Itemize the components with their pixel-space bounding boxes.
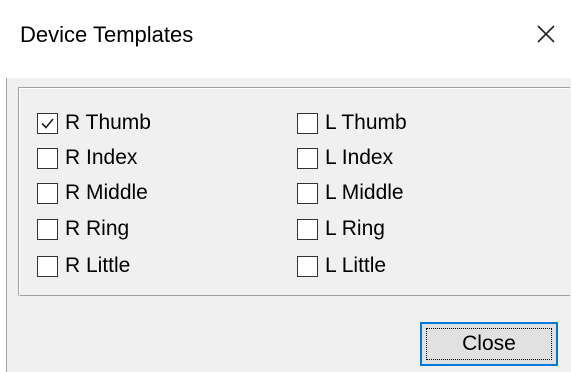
- checkbox-box[interactable]: [297, 112, 318, 134]
- checkbox-l-middle[interactable]: L Middle: [297, 179, 404, 207]
- checkbox-label: R Ring: [65, 217, 130, 240]
- checkbox-box[interactable]: [297, 182, 318, 204]
- checkbox-box[interactable]: [37, 147, 58, 169]
- checkbox-l-ring[interactable]: L Ring: [297, 215, 385, 243]
- checkbox-box[interactable]: [297, 147, 318, 169]
- checkbox-l-little[interactable]: L Little: [297, 252, 386, 280]
- checkbox-label: R Thumb: [65, 111, 151, 134]
- checkbox-box[interactable]: [297, 255, 318, 277]
- checkbox-label: L Ring: [325, 217, 385, 240]
- checkbox-label: L Middle: [325, 181, 404, 204]
- check-icon: [41, 117, 54, 129]
- close-icon[interactable]: [526, 14, 566, 54]
- checkbox-r-index[interactable]: R Index: [37, 144, 137, 172]
- checkbox-l-index[interactable]: L Index: [297, 144, 393, 172]
- close-button-label: Close: [462, 332, 516, 355]
- checkbox-label: R Index: [65, 146, 138, 169]
- checkbox-label: R Middle: [65, 181, 148, 204]
- checkbox-box[interactable]: [297, 218, 318, 240]
- checkbox-r-little[interactable]: R Little: [37, 252, 130, 280]
- checkbox-box[interactable]: [37, 112, 58, 134]
- checkbox-r-middle[interactable]: R Middle: [37, 179, 148, 207]
- close-button[interactable]: Close: [420, 322, 558, 366]
- checkbox-label: R Little: [65, 254, 131, 277]
- window-title: Device Templates: [20, 22, 194, 47]
- checkbox-label: L Index: [325, 146, 394, 169]
- checkbox-box[interactable]: [37, 255, 58, 277]
- checkbox-r-ring[interactable]: R Ring: [37, 215, 129, 243]
- checkbox-box[interactable]: [37, 182, 58, 204]
- checkbox-box[interactable]: [37, 218, 58, 240]
- title-bar: Device Templates: [0, 0, 571, 78]
- checkbox-label: L Thumb: [325, 111, 407, 134]
- checkbox-l-thumb[interactable]: L Thumb: [297, 109, 407, 137]
- checkbox-r-thumb[interactable]: R Thumb: [37, 109, 151, 137]
- device-templates-dialog: Device Templates R Thumb R Index R Middl…: [0, 0, 571, 372]
- checkbox-label: L Little: [325, 254, 387, 277]
